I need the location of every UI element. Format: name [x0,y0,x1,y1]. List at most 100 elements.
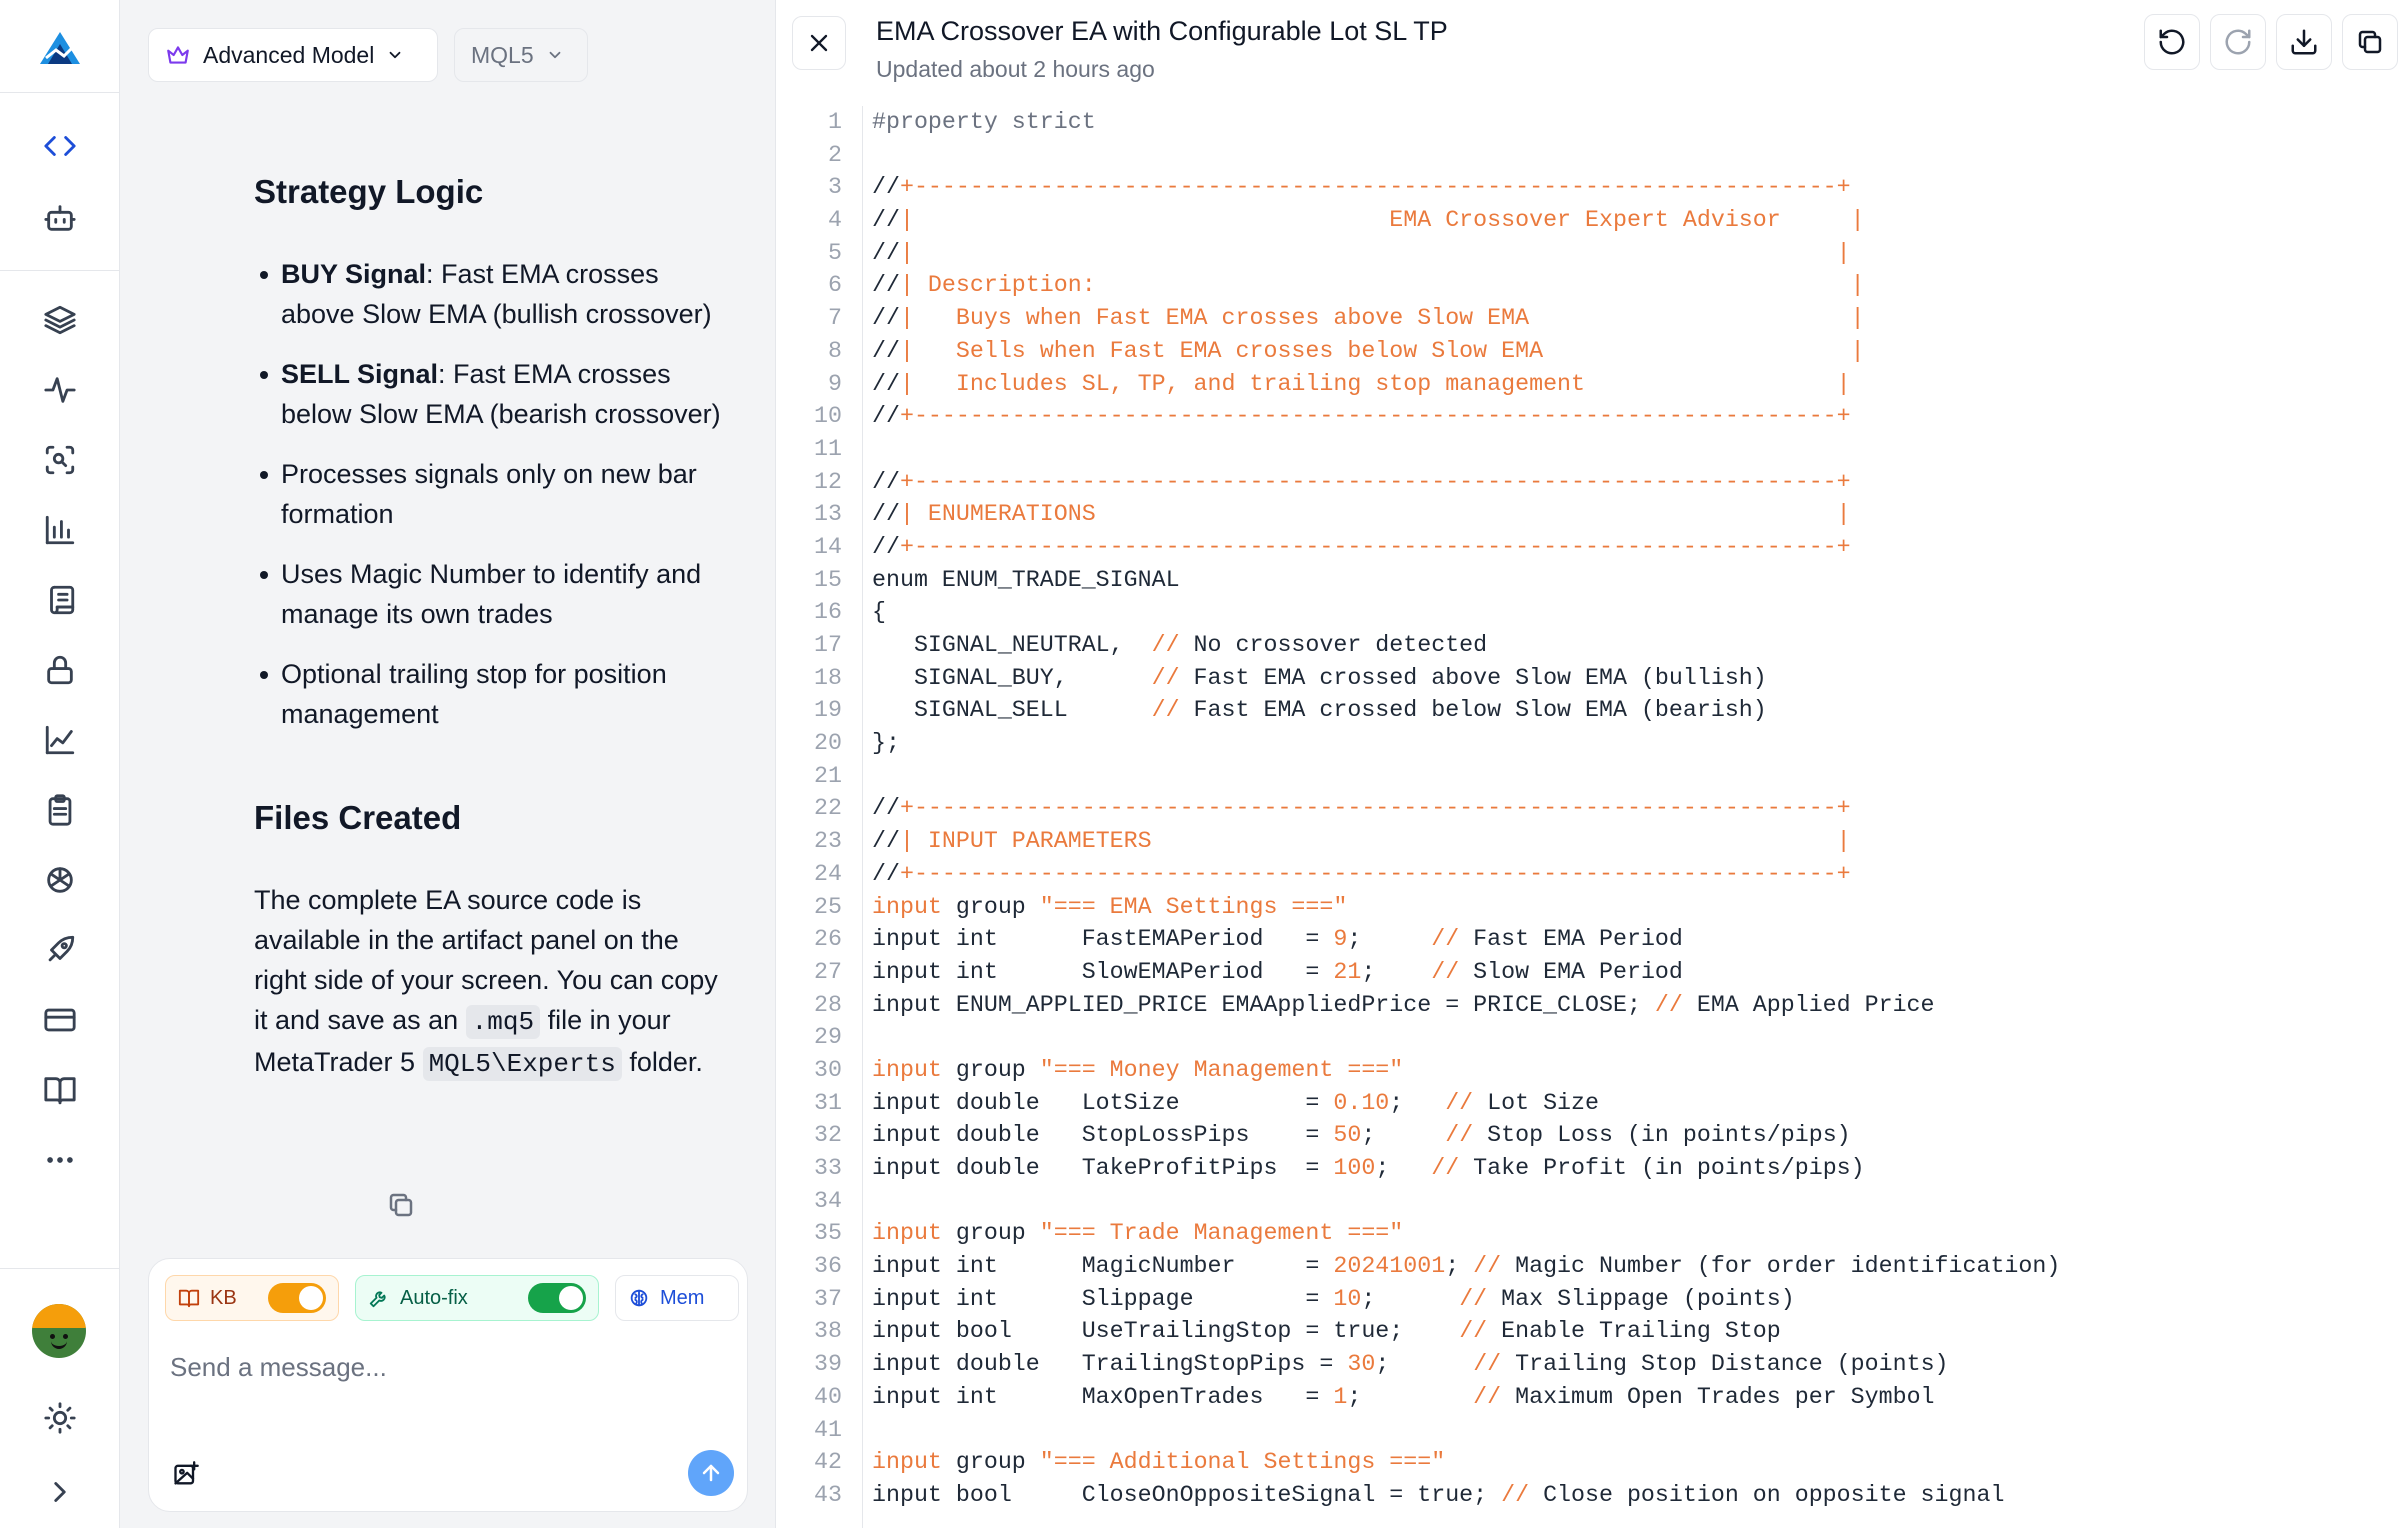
undo-icon [2159,29,2185,55]
code-line: input double TrailingStopPips = 30; // T… [872,1351,1949,1378]
line-number: 10 [814,403,842,430]
code-lines: #property strict //+--------------------… [872,106,2060,1512]
line-number: 22 [814,795,842,822]
copy-message-icon[interactable] [386,1190,416,1220]
line-numbers: 1 2 3 4 5 6 7 8 9 10 11 12 13 14 15 16 17 18 19 20 21 22 23 24 2… [776,106,842,1512]
line-chart-icon[interactable] [40,720,80,760]
bullet-bold: SELL Signal [281,359,439,389]
line-number: 1 [828,109,842,135]
artifact-toolbar [2144,14,2398,70]
code-icon[interactable] [40,126,80,166]
rocket-icon[interactable] [40,930,80,970]
scan-search-icon[interactable] [40,440,80,480]
line-number: 3 [828,174,842,201]
layers-icon[interactable] [40,300,80,340]
model-selector[interactable]: Advanced Model [148,28,438,82]
credit-card-icon[interactable] [40,1000,80,1040]
code-line: input int FastEMAPeriod = 9; // Fast EMA… [872,926,1683,953]
line-number: 27 [814,958,842,985]
clipboard-icon[interactable] [40,790,80,830]
strategy-list: BUY Signal: Fast EMA crosses above Slow … [254,254,734,734]
line-number: 21 [814,762,842,789]
avatar[interactable] [32,1304,86,1358]
language-selector[interactable]: MQL5 [454,28,588,82]
download-icon [2291,29,2317,55]
bot-icon[interactable] [40,198,80,238]
arrow-up-icon [702,1464,720,1482]
code-line: //| INPUT PARAMETERS | [872,828,1851,855]
line-number: 8 [828,337,842,364]
code-line: input double StopLossPips = 50; // Stop … [872,1122,1851,1149]
kb-toggle[interactable]: KB [165,1275,339,1321]
code-line: //| | [872,239,1851,266]
line-number: 41 [814,1416,842,1443]
chevron-down-icon [549,51,561,59]
rail-divider [0,92,120,93]
code-line: //+-------------------------------------… [872,174,1851,201]
model-selector-label: Advanced Model [203,41,375,68]
message-composer: KB Auto-fix Mem [148,1258,748,1512]
mem-label: Mem [660,1286,705,1309]
code-line: input group "=== EMA Settings ===" [872,893,1348,920]
code-line: //| ENUMERATIONS | [872,501,1851,528]
artifact-updated: Updated about 2 hours ago [876,56,1155,82]
autofix-switch[interactable] [528,1283,586,1313]
pulse-icon[interactable] [40,370,80,410]
line-number: 25 [814,893,842,920]
openai-icon[interactable] [40,860,80,900]
list-item: SELL Signal: Fast EMA crosses below Slow… [254,354,734,434]
message-input[interactable]: Send a message... [170,1352,387,1383]
lock-icon[interactable] [40,650,80,690]
line-number: 18 [814,664,842,691]
autofix-toggle[interactable]: Auto-fix [355,1275,599,1321]
more-icon[interactable] [40,1140,80,1180]
code-editor[interactable]: 1 2 3 4 5 6 7 8 9 10 11 12 13 14 15 16 17 18 19 20 21 22 23 24 2… [776,106,2400,1528]
download-button[interactable] [2276,14,2332,70]
code-line: input double LotSize = 0.10; // Lot Size [872,1089,1599,1116]
logo-icon[interactable] [36,28,84,68]
bullet-text: Uses Magic Number to identify and manage… [281,559,702,629]
line-number: 33 [814,1155,842,1181]
bullet-bold: BUY Signal [281,259,427,289]
bullet-text: Processes signals only on new bar format… [281,459,697,529]
line-number: 29 [814,1024,842,1051]
send-button[interactable] [688,1450,734,1496]
mem-toggle[interactable]: Mem [615,1275,739,1321]
line-number: 17 [814,632,842,658]
line-number: 9 [828,370,842,397]
close-icon [810,34,828,52]
wrench-icon [369,1291,386,1308]
rail-divider [0,270,120,271]
book-icon[interactable] [40,1070,80,1110]
line-number: 24 [814,860,842,887]
line-number: 37 [814,1285,842,1312]
undo-button[interactable] [2144,14,2200,70]
code-line: input group "=== Trade Management ===" [872,1220,1404,1247]
code-line: //+-------------------------------------… [872,795,1851,822]
expand-icon[interactable] [40,1472,80,1512]
line-number: 6 [828,272,842,299]
code-line: //| Description: | [872,272,1865,299]
image-upload-icon[interactable] [172,1460,200,1488]
bar-chart-icon[interactable] [40,510,80,550]
line-number: 32 [814,1122,842,1149]
line-number: 15 [814,566,842,593]
bullet-text: Optional trailing stop for position mana… [281,659,667,729]
code-line: input group "=== Money Management ===" [872,1056,1404,1083]
sidebar-rail [0,0,120,1528]
autofix-label: Auto-fix [400,1286,468,1309]
kb-switch[interactable] [268,1283,326,1313]
redo-button[interactable] [2210,14,2266,70]
kb-label: KB [210,1286,237,1309]
files-paragraph: The complete EA source code is available… [254,880,734,1084]
sun-icon[interactable] [40,1398,80,1438]
copy-button[interactable] [2342,14,2398,70]
line-number: 7 [828,305,842,332]
close-button[interactable] [792,16,846,70]
scroll-icon[interactable] [40,580,80,620]
assistant-message: Strategy Logic BUY Signal: Fast EMA cros… [254,170,734,1084]
line-number: 20 [814,730,842,757]
